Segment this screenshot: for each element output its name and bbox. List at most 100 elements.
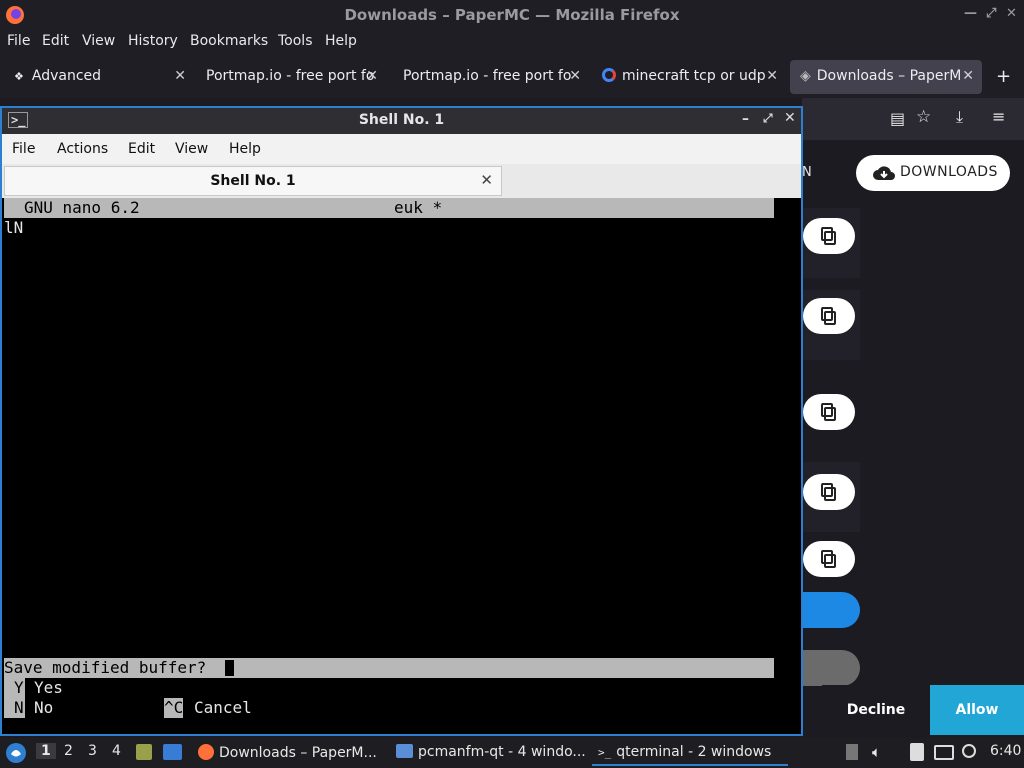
menu-view[interactable]: View <box>82 33 115 49</box>
terminal-scrollbar[interactable] <box>774 198 799 734</box>
firefox-logo-icon <box>198 744 214 760</box>
workspace-1[interactable]: 1 <box>36 743 56 759</box>
copy-button[interactable] <box>803 394 855 430</box>
copy-button[interactable] <box>803 541 855 577</box>
task-qterminal[interactable]: >_ qterminal - 2 windows <box>592 740 788 766</box>
cloud-download-icon <box>873 166 895 180</box>
bookmark-star-icon[interactable]: ☆ <box>916 107 931 127</box>
tab-close-icon[interactable]: ✕ <box>766 68 778 84</box>
copy-button[interactable] <box>803 298 855 334</box>
network-icon[interactable] <box>934 745 954 760</box>
new-tab-button[interactable]: + <box>996 66 1011 87</box>
terminal-screen[interactable]: GNU nano 6.2 euk * lN Save modified buff… <box>4 198 799 734</box>
tab-favicon-icon: ◈ <box>800 68 811 84</box>
copy-button[interactable] <box>803 474 855 510</box>
firefox-navbar: ▤ ☆ ⤓ ≡ <box>802 98 1024 140</box>
terminal-titlebar: >_ Shell No. 1 – ⤢ ✕ <box>2 108 801 134</box>
file-manager-icon[interactable] <box>163 744 182 760</box>
menu-bookmarks[interactable]: Bookmarks <box>190 33 268 49</box>
copy-icon <box>821 403 836 421</box>
terminal-window: >_ Shell No. 1 – ⤢ ✕ File Actions Edit V… <box>0 106 803 736</box>
menu-edit[interactable]: Edit <box>128 141 155 157</box>
terminal-tab[interactable]: Shell No. 1 ✕ <box>4 166 502 196</box>
terminal-tab-label: Shell No. 1 <box>210 173 296 189</box>
menu-file[interactable]: File <box>7 33 30 49</box>
no-option[interactable]: No <box>34 698 53 718</box>
show-desktop-icon[interactable] <box>136 744 152 760</box>
tab-close-icon[interactable]: ✕ <box>569 68 581 84</box>
cancel-key: ^C <box>164 698 184 718</box>
tab-portmap-2[interactable]: Portmap.io - free port fo ✕ <box>393 60 589 94</box>
save-prompt: Save modified buffer? <box>4 658 207 677</box>
taskbar: 1 2 3 4 Downloads – PaperM... pcmanfm-qt… <box>0 738 1024 768</box>
yes-key: Y <box>4 678 25 698</box>
terminal-title: Shell No. 1 <box>358 112 445 128</box>
maximize-icon[interactable]: ⤢ <box>986 6 996 21</box>
reader-view-icon[interactable]: ▤ <box>890 109 905 128</box>
clock: 6:40 <box>990 743 1022 759</box>
task-firefox[interactable]: Downloads – PaperM... <box>192 740 382 766</box>
downloads-icon[interactable]: ⤓ <box>956 107 963 127</box>
window-title: Downloads – PaperMC — Mozilla Firefox <box>344 6 680 24</box>
menu-actions[interactable]: Actions <box>57 141 108 157</box>
volume-icon[interactable]: 🔈︎ <box>872 743 881 761</box>
cancel-option[interactable]: Cancel <box>194 698 252 718</box>
close-icon[interactable]: ✕ <box>1006 6 1017 21</box>
task-pcmanfm[interactable]: pcmanfm-qt - 4 windo... <box>390 740 586 766</box>
clipboard-icon[interactable] <box>910 743 924 761</box>
tab-close-icon[interactable]: ✕ <box>366 68 378 84</box>
tab-minecraft[interactable]: minecraft tcp or udp ✕ <box>592 60 786 94</box>
tab-label: Advanced <box>31 68 102 84</box>
text-cursor <box>225 660 234 676</box>
minimize-icon[interactable]: — <box>964 6 977 21</box>
blue-button[interactable] <box>803 592 860 628</box>
minimize-icon[interactable]: – <box>742 111 749 127</box>
menu-view[interactable]: View <box>175 141 208 157</box>
copy-button[interactable] <box>803 218 855 254</box>
tray-up-icon[interactable] <box>846 744 858 760</box>
decline-button[interactable]: Decline <box>822 685 930 735</box>
menu-help[interactable]: Help <box>229 141 261 157</box>
menu-tools[interactable]: Tools <box>278 33 313 49</box>
tab-close-icon[interactable]: ✕ <box>174 68 186 84</box>
gray-button[interactable] <box>803 650 860 686</box>
terminal-menubar: File Actions Edit View Help <box>2 134 801 164</box>
tab-portmap-1[interactable]: Portmap.io - free port fo ✕ <box>196 60 386 94</box>
folder-icon <box>396 744 413 758</box>
nano-header: GNU nano 6.2 euk * <box>4 198 774 218</box>
downloads-button[interactable]: DOWNLOADS <box>856 155 1010 191</box>
no-key: N <box>4 698 25 718</box>
maximize-icon[interactable]: ⤢ <box>763 111 773 126</box>
workspace-3[interactable]: 3 <box>88 743 97 759</box>
terminal-tabbar: Shell No. 1 ✕ <box>2 164 801 198</box>
update-icon[interactable] <box>962 744 976 758</box>
allow-button[interactable]: Allow <box>930 685 1024 735</box>
tab-close-icon[interactable]: ✕ <box>480 171 493 189</box>
tab-close-icon[interactable]: ✕ <box>962 68 974 84</box>
nano-prompt-bar: Save modified buffer? <box>4 658 774 678</box>
menu-help[interactable]: Help <box>325 33 357 49</box>
workspace-4[interactable]: 4 <box>112 743 121 759</box>
yes-option[interactable]: Yes <box>34 678 63 698</box>
tab-label: Downloads – PaperM <box>816 68 962 84</box>
copy-icon <box>821 550 836 568</box>
partial-text: N <box>802 165 812 180</box>
tab-downloads-papermc[interactable]: ◈ Downloads – PaperM ✕ <box>790 60 982 94</box>
firefox-titlebar: Downloads – PaperMC — Mozilla Firefox — … <box>0 0 1024 30</box>
start-menu-icon[interactable] <box>5 742 27 764</box>
workspace-2[interactable]: 2 <box>64 743 73 759</box>
hamburger-menu-icon[interactable]: ≡ <box>992 107 1005 126</box>
tab-advanced[interactable]: ❖ Advanced ✕ <box>4 60 194 94</box>
copy-icon <box>821 227 836 245</box>
tab-label: Portmap.io - free port fo <box>403 68 572 84</box>
firefox-menubar: File Edit View History Bookmarks Tools H… <box>0 30 1024 56</box>
task-label: qterminal - 2 windows <box>616 744 772 760</box>
task-label: Downloads – PaperM... <box>219 745 377 761</box>
copy-icon <box>821 483 836 501</box>
buffer-line: lN <box>4 218 24 237</box>
menu-file[interactable]: File <box>12 141 35 157</box>
close-icon[interactable]: ✕ <box>784 110 796 126</box>
terminal-icon: >_ <box>598 746 612 759</box>
menu-edit[interactable]: Edit <box>42 33 69 49</box>
menu-history[interactable]: History <box>128 33 178 49</box>
